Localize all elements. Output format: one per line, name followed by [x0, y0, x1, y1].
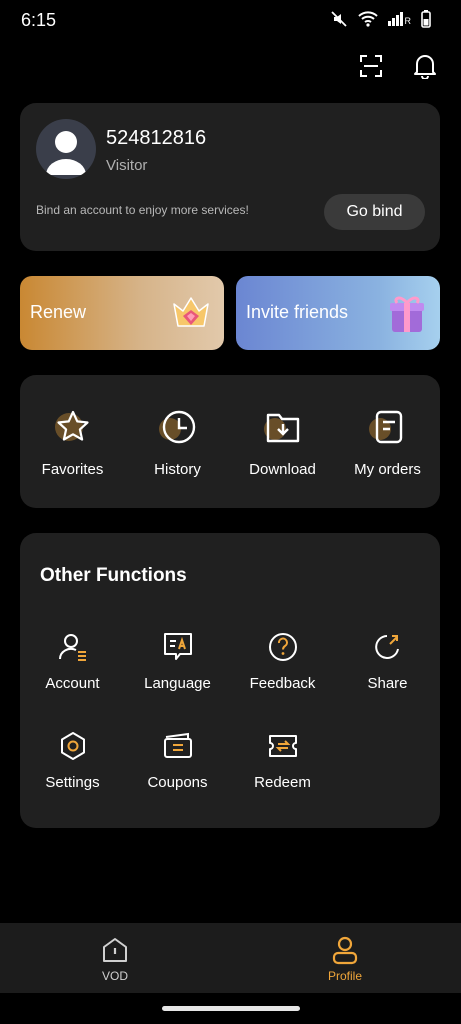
redeem-label: Redeem — [254, 774, 311, 791]
my-orders-label: My orders — [354, 461, 421, 478]
status-icons: R — [330, 10, 432, 28]
orders-icon — [368, 407, 408, 447]
home-indicator[interactable] — [162, 1006, 300, 1011]
settings-button[interactable]: Settings — [20, 730, 125, 800]
signal-icon: R — [387, 12, 412, 26]
top-actions — [357, 52, 439, 80]
other-functions-title: Other Functions — [40, 565, 187, 586]
signal-label: R — [404, 16, 412, 26]
status-time: 6:15 — [21, 10, 57, 30]
download-label: Download — [249, 461, 316, 478]
settings-icon — [57, 730, 89, 762]
profile-card: 524812816 Visitor Bind an account to enj… — [20, 103, 440, 251]
my-orders-button[interactable]: My orders — [335, 375, 440, 508]
go-bind-button[interactable]: Go bind — [324, 194, 425, 230]
redeem-icon — [267, 730, 299, 762]
download-folder-icon — [263, 407, 303, 447]
account-button[interactable]: Account — [20, 631, 125, 701]
wifi-icon — [357, 11, 378, 27]
nav-vod[interactable]: VOD — [0, 923, 230, 993]
coupons-icon — [162, 730, 194, 762]
favorites-label: Favorites — [41, 461, 104, 478]
nav-profile[interactable]: Profile — [230, 923, 460, 993]
renew-tile[interactable]: Renew — [20, 276, 224, 350]
nav-vod-label: VOD — [101, 969, 128, 983]
user-role: Visitor — [106, 157, 148, 174]
bind-prompt: Bind an account to enjoy more services! — [36, 203, 249, 217]
feedback-button[interactable]: Feedback — [230, 631, 335, 701]
redeem-button[interactable]: Redeem — [230, 730, 335, 800]
download-button[interactable]: Download — [230, 375, 335, 508]
history-button[interactable]: History — [125, 375, 230, 508]
star-icon — [53, 407, 93, 447]
profile-icon — [330, 935, 360, 965]
invite-friends-tile[interactable]: Invite friends — [236, 276, 440, 350]
home-icon — [100, 935, 130, 965]
account-label: Account — [45, 675, 100, 692]
scan-icon[interactable] — [357, 52, 385, 80]
coupons-label: Coupons — [147, 774, 208, 791]
avatar[interactable] — [36, 119, 96, 179]
renew-label: Renew — [30, 302, 87, 322]
mute-icon — [330, 10, 348, 28]
language-button[interactable]: Language — [125, 631, 230, 701]
gift-icon — [382, 288, 432, 338]
language-icon — [162, 631, 194, 663]
bottom-nav: VOD Profile — [0, 923, 461, 993]
language-label: Language — [144, 675, 211, 692]
user-id: 524812816 — [106, 127, 207, 149]
quick-actions-card: Favorites History Download My orders — [20, 375, 440, 508]
settings-label: Settings — [45, 774, 100, 791]
history-label: History — [154, 461, 201, 478]
favorites-button[interactable]: Favorites — [20, 375, 125, 508]
clock-icon — [158, 407, 198, 447]
nav-profile-label: Profile — [327, 969, 362, 983]
account-icon — [57, 631, 89, 663]
share-button[interactable]: Share — [335, 631, 440, 701]
status-bar: 6:15 R — [0, 0, 461, 44]
share-label: Share — [367, 675, 408, 692]
coupons-button[interactable]: Coupons — [125, 730, 230, 800]
bell-icon[interactable] — [411, 52, 439, 80]
battery-icon — [421, 10, 431, 28]
feedback-icon — [267, 631, 299, 663]
other-functions-card: Other Functions Account Language Feedbac… — [20, 533, 440, 828]
crown-gem-icon — [166, 288, 216, 338]
invite-label: Invite friends — [246, 302, 349, 322]
share-icon — [372, 631, 404, 663]
feedback-label: Feedback — [249, 675, 316, 692]
